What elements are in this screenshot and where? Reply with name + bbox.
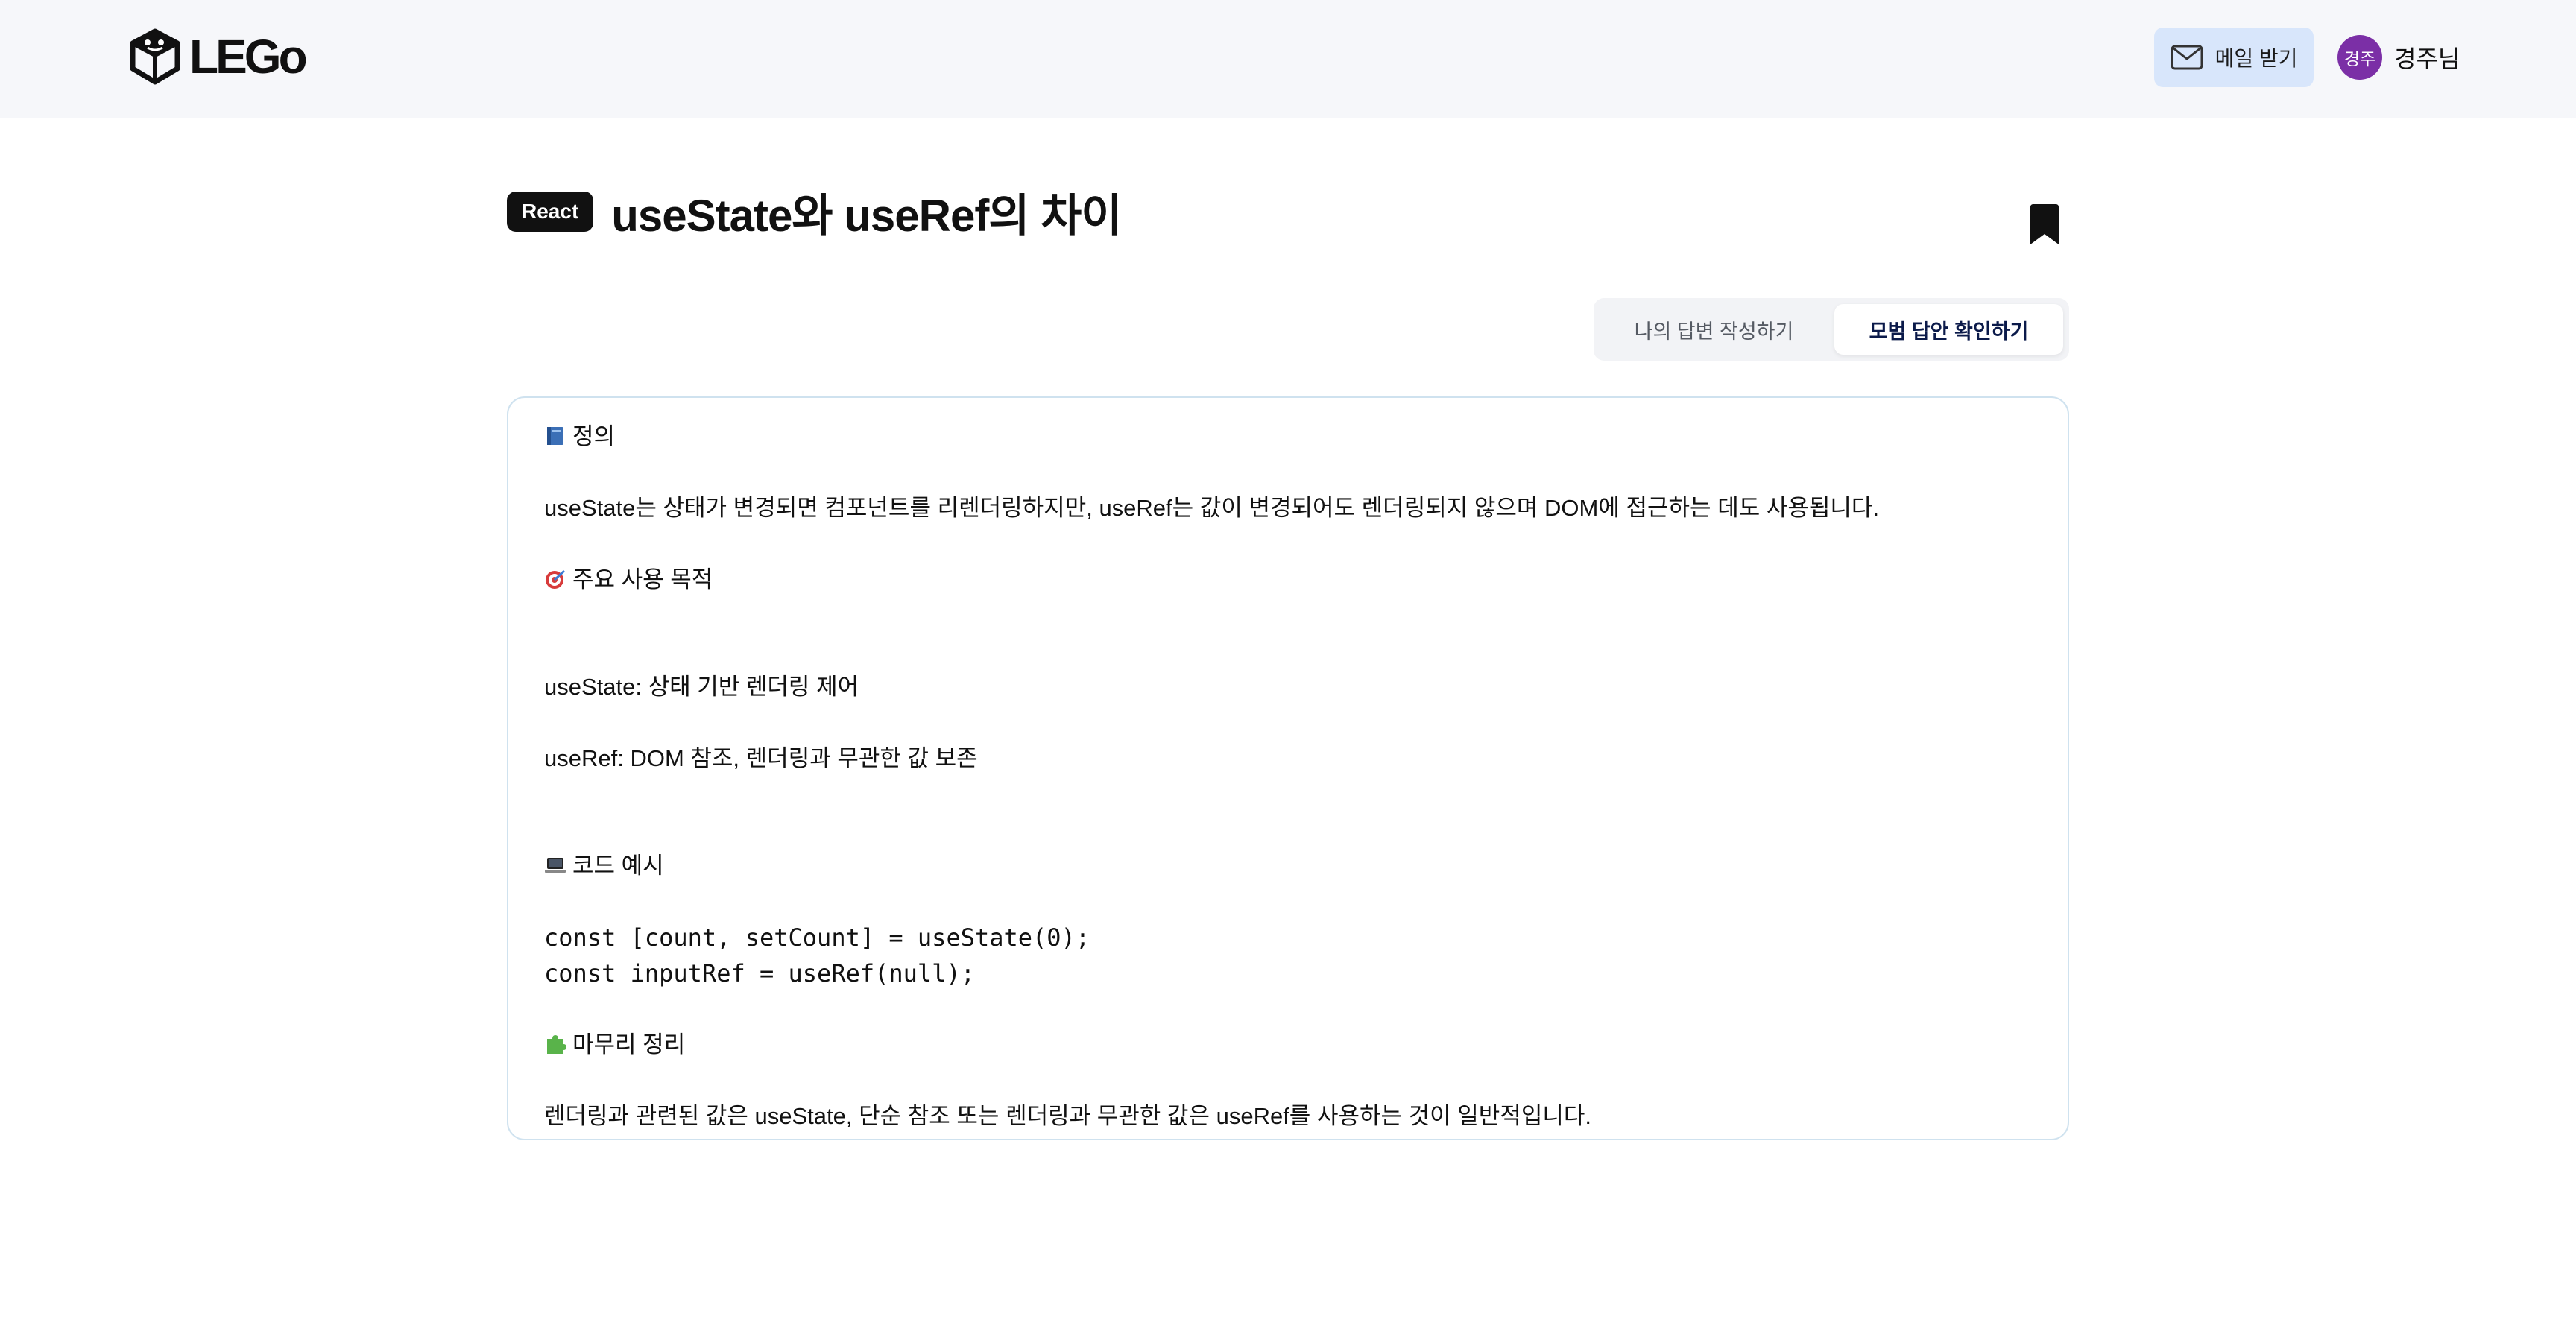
- laptop-icon: [545, 858, 566, 873]
- logo-text: LEGo: [189, 30, 308, 83]
- purpose-item: useRef: DOM 참조, 렌더링과 무관한 값 보존: [544, 745, 978, 771]
- envelope-icon: [2171, 45, 2203, 70]
- purpose-heading: 주요 사용 목적: [572, 566, 713, 592]
- definition-heading-row: 정의: [544, 419, 2032, 455]
- page-title: useState와 useRef의 차이: [611, 190, 1122, 241]
- code-line: const [count, setCount] = useState(0);: [544, 923, 1090, 952]
- get-mail-button-label: 메일 받기: [2214, 47, 2298, 70]
- tab-model-answer[interactable]: 모범 답안 확인하기: [1834, 304, 2063, 355]
- user-menu[interactable]: 경주 경주님: [2337, 34, 2460, 80]
- code-heading-row: 코드 예시: [544, 848, 2032, 884]
- lego-cube-icon: [130, 28, 180, 85]
- book-icon: [547, 427, 564, 445]
- logo[interactable]: LEGo: [128, 28, 308, 85]
- code-heading: 코드 예시: [572, 853, 664, 879]
- purpose-item: useState: 상태 기반 렌더링 제어: [544, 674, 859, 700]
- top-header: LEGo 메일 받기 경주 경주님: [0, 0, 2576, 118]
- bookmark-icon[interactable]: [2027, 203, 2062, 246]
- category-tag: React: [507, 192, 594, 232]
- user-name: 경주님: [2394, 45, 2460, 72]
- purpose-heading-row: 주요 사용 목적: [544, 562, 2032, 598]
- puzzle-icon: [547, 1035, 566, 1054]
- model-answer-card: 정의 useState는 상태가 변경되면 컴포넌트를 리렌더링하지만, use…: [507, 396, 2069, 1140]
- summary-heading: 마무리 정리: [572, 1031, 686, 1058]
- definition-heading: 정의: [572, 423, 616, 449]
- code-line: const inputRef = useRef(null);: [544, 959, 975, 987]
- avatar: 경주: [2337, 35, 2382, 80]
- summary-heading-row: 마무리 정리: [544, 1027, 2032, 1063]
- answer-tabs: 나의 답변 작성하기 모범 답안 확인하기: [1594, 298, 2069, 361]
- question-title-row: React useState와 useRef의 차이: [507, 185, 1123, 241]
- tab-my-answer[interactable]: 나의 답변 작성하기: [1600, 304, 1828, 355]
- summary-text: 렌더링과 관련된 값은 useState, 단순 참조 또는 렌더링과 무관한 …: [544, 1103, 1592, 1129]
- page: LEGo 메일 받기 경주 경주님 React useState와 useRef…: [0, 0, 2576, 1340]
- target-icon: [546, 569, 566, 589]
- get-mail-button[interactable]: 메일 받기: [2154, 28, 2314, 87]
- definition-text: useState는 상태가 변경되면 컴포넌트를 리렌더링하지만, useRef…: [544, 495, 1880, 521]
